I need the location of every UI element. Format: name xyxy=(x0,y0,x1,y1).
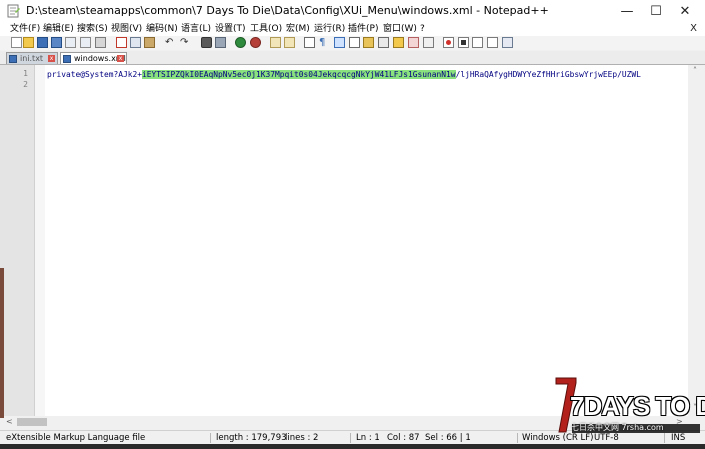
tab-close-icon[interactable]: x xyxy=(117,55,124,62)
run-macro-icon[interactable] xyxy=(487,37,498,48)
close-document-button[interactable]: X xyxy=(690,22,697,36)
cut-icon[interactable] xyxy=(116,37,127,48)
close-all-icon[interactable] xyxy=(80,37,91,48)
menu-window[interactable]: 窗口(W) xyxy=(383,22,417,36)
close-icon: ✕ xyxy=(679,3,691,19)
maximize-button[interactable]: ☐ xyxy=(641,0,671,22)
saved-file-icon xyxy=(63,55,71,63)
replace-icon[interactable] xyxy=(215,37,226,48)
redo-icon[interactable]: ↷ xyxy=(180,37,191,48)
tab-close-icon[interactable]: x xyxy=(48,55,55,62)
zoom-in-icon[interactable] xyxy=(235,37,246,48)
status-file-type: eXtensible Markup Language file xyxy=(6,433,146,443)
menu-view[interactable]: 视图(V) xyxy=(111,22,142,36)
stop-record-icon[interactable] xyxy=(458,37,469,48)
fold-margin xyxy=(35,65,45,416)
menu-edit[interactable]: 编辑(E) xyxy=(43,22,74,36)
notepadpp-app-icon xyxy=(7,4,20,18)
print-icon[interactable] xyxy=(95,37,106,48)
menu-plugins[interactable]: 插件(P) xyxy=(348,22,378,36)
line-text-after-selection: /ljHRaQAfygHDWYYeZfHHriGbswYrjwEEp/UZWL xyxy=(455,70,641,79)
udl-icon[interactable] xyxy=(349,37,360,48)
status-separator xyxy=(350,433,351,443)
horizontal-scroll-thumb[interactable] xyxy=(17,418,47,426)
menu-encoding[interactable]: 编码(N) xyxy=(146,22,178,36)
minimize-icon: — xyxy=(620,3,634,19)
game-logo-text: 7DAYS TO DIE xyxy=(570,391,705,421)
maximize-icon: ☐ xyxy=(650,3,662,19)
status-separator xyxy=(664,433,665,443)
menu-run[interactable]: 运行(R) xyxy=(314,22,345,36)
status-separator xyxy=(517,433,518,443)
status-separator xyxy=(210,433,211,443)
save-macro-icon[interactable] xyxy=(502,37,513,48)
show-all-chars-icon[interactable]: ¶ xyxy=(319,37,330,48)
editor-line-1[interactable]: private@System?AJk2+iEYTSIPZQkI0EAqNpNv5… xyxy=(47,69,687,80)
sync-horizontal-icon[interactable] xyxy=(284,37,295,48)
menu-help[interactable]: ? xyxy=(420,22,425,36)
status-ln: Ln : 1 xyxy=(356,433,380,443)
menu-file[interactable]: 文件(F) xyxy=(10,22,40,36)
title-bar: D:\steam\steamapps\common\7 Days To Die\… xyxy=(0,0,705,22)
menu-tools[interactable]: 工具(O) xyxy=(250,22,282,36)
find-icon[interactable] xyxy=(201,37,212,48)
menu-bar: 文件(F) 编辑(E) 搜索(S) 视图(V) 编码(N) 语言(L) 设置(T… xyxy=(0,22,705,36)
site-watermark: 七日杀中文网 7rsha.com xyxy=(571,423,664,432)
monitoring-icon[interactable] xyxy=(408,37,419,48)
new-file-icon[interactable] xyxy=(11,37,22,48)
scroll-left-icon[interactable]: < xyxy=(6,417,13,426)
status-sel: Sel : 66 | 1 xyxy=(425,433,471,443)
tab-bar: ini.txt x windows.xml x xyxy=(0,51,705,65)
record-macro-icon[interactable] xyxy=(443,37,454,48)
eye-icon[interactable] xyxy=(423,37,434,48)
line-number-gutter: 1 2 xyxy=(0,65,35,416)
menu-search[interactable]: 搜索(S) xyxy=(77,22,108,36)
status-lines: lines : 2 xyxy=(285,433,319,443)
zoom-out-icon[interactable] xyxy=(250,37,261,48)
desktop-background-edge xyxy=(0,268,4,418)
line-number: 2 xyxy=(23,80,28,89)
copy-icon[interactable] xyxy=(130,37,141,48)
desktop-background xyxy=(0,444,705,449)
toolbar: ↶ ↷ ¶ xyxy=(0,36,705,50)
save-icon[interactable] xyxy=(37,37,48,48)
close-icon[interactable] xyxy=(65,37,76,48)
vertical-scrollbar[interactable]: ˄ ˅ xyxy=(688,65,705,416)
minimize-button[interactable]: — xyxy=(612,0,642,22)
menu-macro[interactable]: 宏(M) xyxy=(286,22,310,36)
play-macro-icon[interactable] xyxy=(472,37,483,48)
folder-workspace-icon[interactable] xyxy=(393,37,404,48)
indent-guide-icon[interactable] xyxy=(334,37,345,48)
scroll-up-icon[interactable]: ˄ xyxy=(693,66,697,75)
undo-icon[interactable]: ↶ xyxy=(165,37,176,48)
tab-windows-xml[interactable]: windows.xml x xyxy=(60,52,127,64)
line-text-before-selection: private@System?AJk2+ xyxy=(47,70,143,79)
tab-ini-txt[interactable]: ini.txt x xyxy=(6,52,58,64)
editor-area[interactable]: 1 2 private@System?AJk2+iEYTSIPZQkI0EAqN… xyxy=(0,65,705,416)
status-col: Col : 87 xyxy=(387,433,420,443)
selected-text: iEYTSIPZQkI0EAqNpNv5ec0j1K37Mpqit0s04Jek… xyxy=(142,70,456,79)
paste-icon[interactable] xyxy=(144,37,155,48)
status-length: length : 179,793 xyxy=(216,433,287,443)
window-title: D:\steam\steamapps\common\7 Days To Die\… xyxy=(26,4,549,17)
save-all-icon[interactable] xyxy=(51,37,62,48)
word-wrap-icon[interactable] xyxy=(304,37,315,48)
line-number: 1 xyxy=(23,69,28,78)
close-window-button[interactable]: ✕ xyxy=(670,0,700,22)
sync-vertical-icon[interactable] xyxy=(270,37,281,48)
open-file-icon[interactable] xyxy=(23,37,34,48)
tab-label: ini.txt xyxy=(20,54,44,63)
doc-map-icon[interactable] xyxy=(363,37,374,48)
function-list-icon[interactable] xyxy=(378,37,389,48)
menu-language[interactable]: 语言(L) xyxy=(181,22,211,36)
menu-settings[interactable]: 设置(T) xyxy=(215,22,246,36)
saved-file-icon xyxy=(9,55,17,63)
